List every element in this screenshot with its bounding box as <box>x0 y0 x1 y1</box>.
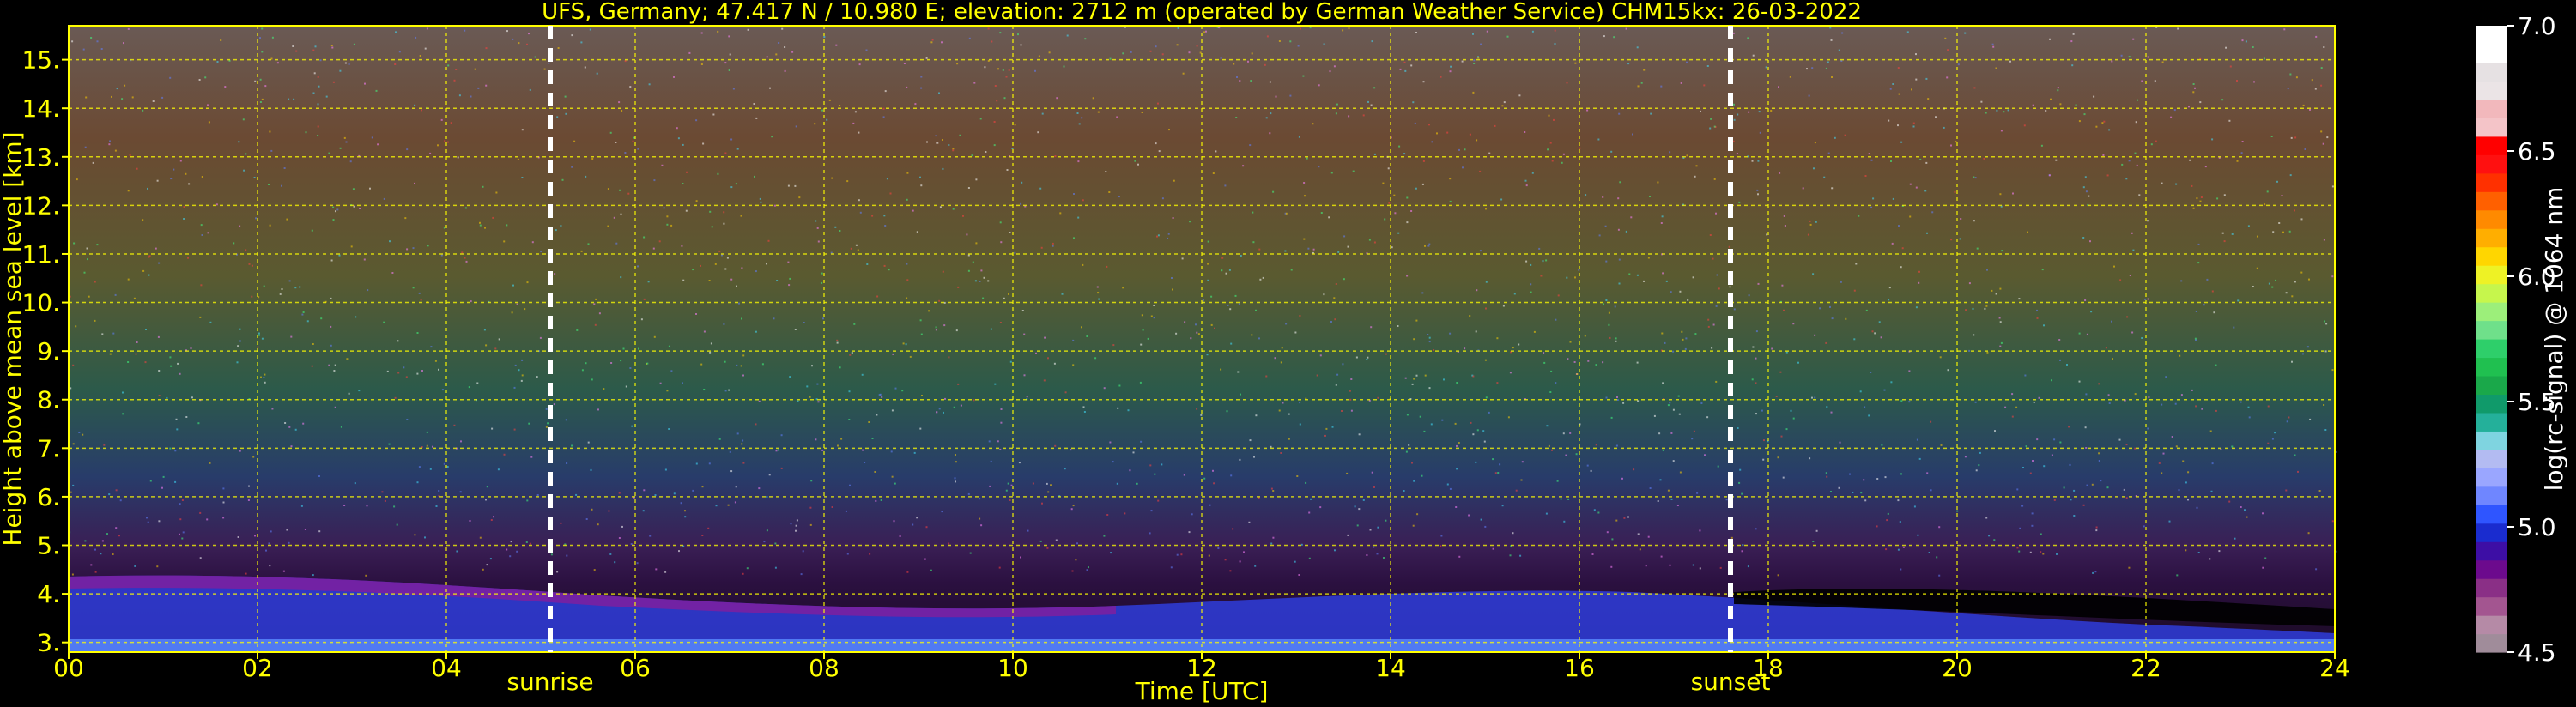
colorbar-swatch <box>2476 541 2507 561</box>
colorbar-swatch <box>2476 559 2507 579</box>
colorbar-swatch <box>2476 26 2507 45</box>
colorbar-swatch <box>2476 265 2507 285</box>
x-tick-label: 16 <box>1564 654 1595 682</box>
colorbar-swatch <box>2476 339 2507 359</box>
colorbar-swatch <box>2476 633 2507 653</box>
colorbar-swatch <box>2476 99 2507 118</box>
colorbar-swatch <box>2476 81 2507 100</box>
colorbar-swatch <box>2476 191 2507 211</box>
colorbar-swatch <box>2476 615 2507 635</box>
y-tick-label: 9. <box>37 337 60 366</box>
colorbar-tick-label: 4.5 <box>2518 638 2556 667</box>
y-tick-label: 6. <box>37 483 60 511</box>
y-tick-label: 5. <box>37 532 60 560</box>
x-tick-label: 04 <box>431 654 462 682</box>
colorbar-swatch <box>2476 62 2507 82</box>
colorbar-swatch <box>2476 449 2507 468</box>
colorbar <box>2476 26 2507 653</box>
plot-area <box>69 26 2335 652</box>
colorbar-swatch <box>2476 357 2507 377</box>
y-tick-label: 7. <box>37 434 60 462</box>
chart-title: UFS, Germany; 47.417 N / 10.980 E; eleva… <box>542 0 1862 25</box>
y-tick-label: 13. <box>21 143 60 172</box>
y-tick-label: 15. <box>21 46 60 75</box>
colorbar-swatch <box>2476 394 2507 414</box>
colorbar-swatch <box>2476 375 2507 396</box>
x-tick-label: 14 <box>1375 654 1406 682</box>
colorbar-swatch <box>2476 596 2507 616</box>
colorbar-swatch <box>2476 578 2507 598</box>
y-tick-label: 8. <box>37 386 60 414</box>
colorbar-swatch <box>2476 468 2507 487</box>
colorbar-tick-label: 7.0 <box>2518 12 2556 40</box>
sun-marker-label: sunrise <box>506 668 593 696</box>
x-tick-label: 06 <box>620 654 651 682</box>
y-tick-label: 11. <box>21 240 60 269</box>
colorbar-swatch <box>2476 209 2507 229</box>
colorbar-swatch <box>2476 283 2507 303</box>
colorbar-swatch <box>2476 486 2507 505</box>
colorbar-swatch <box>2476 523 2507 542</box>
y-tick-label: 3. <box>37 629 60 657</box>
colorbar-swatch <box>2476 172 2507 192</box>
colorbar-swatch <box>2476 431 2507 450</box>
colorbar-label: log(rc-signal) @ 1064 nm <box>2540 187 2568 492</box>
y-tick-labels: 3. 4. 5. 6. 7. 8. 9. 10. 11. 12. 13. 14. 15. <box>21 46 69 657</box>
x-tick-label: 10 <box>997 654 1028 682</box>
x-tick-label: 02 <box>242 654 273 682</box>
colorbar-swatch <box>2476 154 2507 174</box>
y-tick-label: 14. <box>21 94 60 123</box>
x-tick-label: 00 <box>53 654 84 682</box>
colorbar-swatch <box>2476 412 2507 432</box>
colorbar-swatch <box>2476 320 2507 340</box>
colorbar-swatch <box>2476 44 2507 63</box>
y-tick-label: 4. <box>37 580 60 608</box>
ceilometer-chart: sunrise sunset 00 02 04 06 08 10 12 14 16 18 20 22 24… <box>0 0 2568 705</box>
x-axis-label: Time [UTC] <box>1135 677 1269 705</box>
x-tick-label: 08 <box>809 654 839 682</box>
colorbar-swatch <box>2476 505 2507 524</box>
x-tick-label: 18 <box>1753 654 1784 682</box>
colorbar-swatch <box>2476 246 2507 266</box>
x-tick-label: 20 <box>1942 654 1973 682</box>
y-tick-label: 10. <box>21 289 60 317</box>
y-tick-label: 12. <box>21 191 60 220</box>
x-tick-label: 24 <box>2319 654 2350 682</box>
colorbar-tick-label: 5.0 <box>2518 513 2556 541</box>
colorbar-swatch <box>2476 136 2507 155</box>
colorbar-tick-label: 6.5 <box>2518 137 2556 166</box>
colorbar-swatch <box>2476 228 2507 248</box>
x-tick-label: 22 <box>2131 654 2161 682</box>
y-axis-label: Height above mean sea level [km] <box>0 131 27 546</box>
colorbar-swatch <box>2476 118 2507 137</box>
colorbar-swatch <box>2476 302 2507 322</box>
